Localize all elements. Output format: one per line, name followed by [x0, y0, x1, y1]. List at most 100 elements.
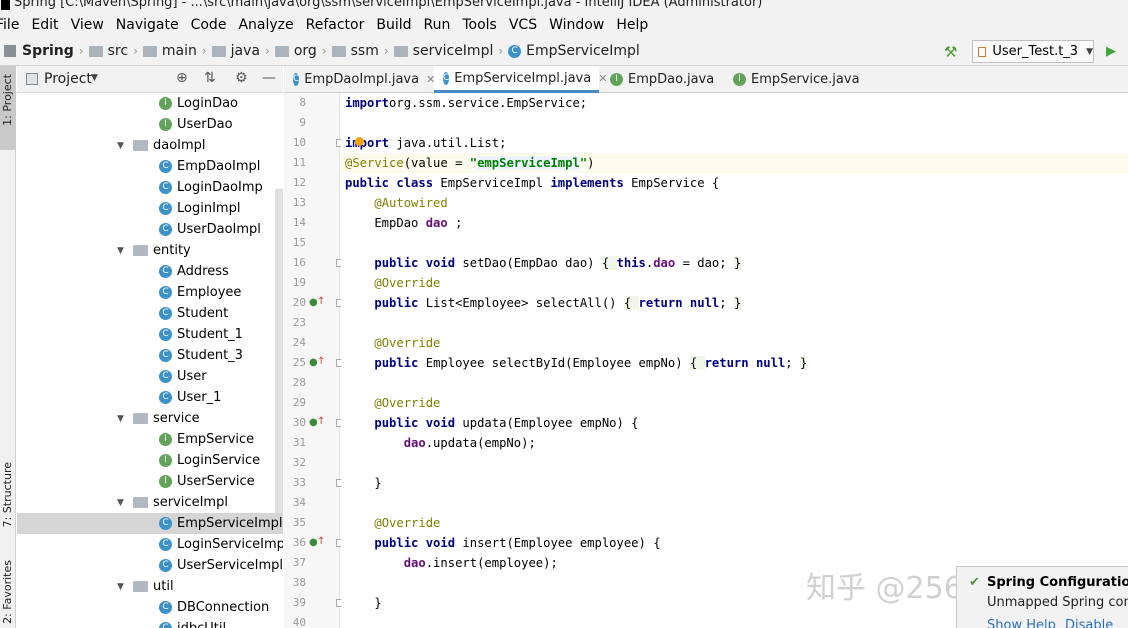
tree-node[interactable]: C Address	[159, 261, 229, 282]
hide-panel-icon[interactable]: —	[262, 70, 276, 86]
code-line: public void setDao(EmpDao dao) { this.da…	[341, 253, 1128, 273]
chevron-down-icon[interactable]: ▼	[117, 141, 133, 151]
tree-node[interactable]: C EmpDaoImpl	[159, 156, 260, 177]
breadcrumb-item[interactable]: serviceImpl ›	[393, 43, 509, 59]
chevron-down-icon[interactable]: ▼	[91, 73, 98, 83]
line-number: 34	[292, 496, 306, 509]
breadcrumb-item[interactable]: org ›	[274, 43, 332, 59]
tree-node[interactable]: I EmpService	[159, 429, 254, 450]
tree-node[interactable]: ▼ serviceImpl	[117, 492, 228, 513]
tree-node[interactable]: C Student	[159, 303, 228, 324]
project-panel-title[interactable]: Project	[44, 71, 92, 87]
breadcrumb-item[interactable]: main ›	[142, 43, 212, 59]
tree-node[interactable]: ▼ service	[117, 408, 200, 429]
chevron-down-icon[interactable]: ▼	[117, 414, 133, 424]
menu-item-view[interactable]: View	[71, 17, 104, 33]
line-number: 39	[292, 596, 306, 609]
tree-node[interactable]: ▼ entity	[117, 240, 191, 261]
menu-item-file[interactable]: File	[0, 17, 19, 33]
class-icon: C	[159, 160, 172, 173]
code-token: public class	[345, 176, 434, 190]
breadcrumb-item[interactable]: ssm ›	[331, 43, 394, 59]
tree-node[interactable]: I LoginDao	[159, 93, 238, 114]
menu-item-build[interactable]: Build	[376, 17, 411, 33]
tree-scrollbar[interactable]	[275, 189, 283, 513]
tree-node[interactable]: C LoginServiceImp	[159, 534, 283, 555]
tab-empservice[interactable]: I EmpService.java	[724, 66, 864, 93]
menu-item-run[interactable]: Run	[424, 17, 451, 33]
line-number: 37	[292, 556, 306, 569]
tab-empserviceimpl[interactable]: C EmpServiceImpl.java ✕	[434, 66, 607, 93]
tree-node-label: LoginDao	[177, 96, 239, 111]
breadcrumb-item[interactable]: java ›	[211, 43, 275, 59]
code-editor[interactable]: importorg.ssm.service.EmpService; import …	[341, 93, 1128, 628]
tree-node[interactable]: C LoginDaoImp	[159, 177, 263, 198]
run-configuration-select[interactable]: User_Test.t_3 ▼	[972, 40, 1094, 63]
tree-node[interactable]: C UserServiceImpl	[159, 555, 283, 576]
breadcrumb-label: main	[161, 43, 197, 59]
tree-node[interactable]: I UserService	[159, 471, 255, 492]
tree-node[interactable]: I UserDao	[159, 114, 233, 135]
chevron-down-icon[interactable]: ▼	[117, 246, 133, 256]
tree-node[interactable]: C Employee	[159, 282, 241, 303]
tab-empdaoimpl[interactable]: C EmpDaoImpl.java ✕	[284, 66, 435, 93]
chevron-down-icon[interactable]: ▼	[117, 498, 133, 508]
menu-item-window[interactable]: Window	[549, 17, 604, 33]
menu-item-analyze[interactable]: Analyze	[238, 17, 293, 33]
breadcrumb-item[interactable]: src ›	[88, 43, 143, 59]
tree-node[interactable]: C Student_1	[159, 324, 243, 345]
run-play-icon[interactable]: ▶	[1106, 44, 1116, 59]
structure-tool-label[interactable]: 7: Structure	[1, 462, 14, 527]
code-line: @Autowired	[341, 193, 1128, 213]
tree-node[interactable]: ▼ util	[117, 576, 174, 597]
breadcrumb-item[interactable]: C EmpServiceImpl	[508, 43, 640, 59]
intention-bulb-icon[interactable]	[355, 137, 364, 146]
tree-node[interactable]: C LoginImpl	[159, 198, 240, 219]
code-token: org.ssm.service.EmpService;	[389, 96, 588, 110]
code-token: List<Employee> selectAll()	[418, 296, 624, 310]
show-help-link[interactable]: Show Help	[987, 618, 1056, 628]
tree-node[interactable]: C DBConnection	[159, 597, 269, 618]
code-line: public List<Employee> selectAll() { retu…	[341, 293, 1128, 313]
tree-node[interactable]: I LoginService	[159, 450, 260, 471]
tree-node[interactable]: C EmpServiceImpl	[17, 513, 283, 534]
tree-node[interactable]: C User	[159, 366, 207, 387]
line-number: 28	[292, 376, 306, 389]
menu-item-help[interactable]: Help	[616, 17, 648, 33]
menu-item-vcs[interactable]: VCS	[509, 17, 537, 33]
gear-icon[interactable]: ⚙	[235, 70, 248, 86]
menu-item-edit[interactable]: Edit	[31, 17, 58, 33]
breadcrumb-item[interactable]: Spring ›	[4, 43, 89, 59]
locate-target-icon[interactable]: ⊕	[176, 70, 188, 86]
tree-node[interactable]: C Student_3	[159, 345, 243, 366]
favorites-tool-label[interactable]: 2: Favorites	[1, 560, 14, 624]
project-tool-label[interactable]: 1: Project	[1, 74, 14, 126]
disable-link[interactable]: Disable	[1065, 618, 1113, 628]
tree-node[interactable]: C UserDaoImpl	[159, 219, 261, 240]
menu-item-navigate[interactable]: Navigate	[116, 17, 179, 33]
class-icon: C	[159, 286, 172, 299]
menu-item-tools[interactable]: Tools	[462, 17, 497, 33]
chevron-down-icon[interactable]: ▼	[117, 582, 133, 592]
tree-node-label: EmpService	[177, 432, 255, 447]
tab-label: EmpService.java	[751, 72, 860, 87]
line-number: 14	[292, 216, 306, 229]
code-token: import	[345, 136, 390, 150]
code-token: )	[587, 156, 595, 170]
menu-item-code[interactable]: Code	[191, 17, 227, 33]
line-number: 29	[292, 396, 306, 409]
collapse-all-icon[interactable]: ⇅	[204, 70, 216, 86]
tab-empdao[interactable]: I EmpDao.java	[601, 66, 722, 93]
class-icon: C	[159, 517, 172, 530]
tree-node[interactable]: ▼ daoImpl	[117, 135, 206, 156]
tree-node[interactable]: C User_1	[159, 387, 221, 408]
code-line: @Override	[341, 513, 1128, 533]
tab-label: EmpServiceImpl.java	[454, 70, 592, 86]
build-hammer-icon[interactable]: ⚒	[944, 43, 957, 61]
tree-node[interactable]: CjdbcUtil	[159, 618, 226, 628]
menu-item-refactor[interactable]: Refactor	[306, 17, 365, 33]
